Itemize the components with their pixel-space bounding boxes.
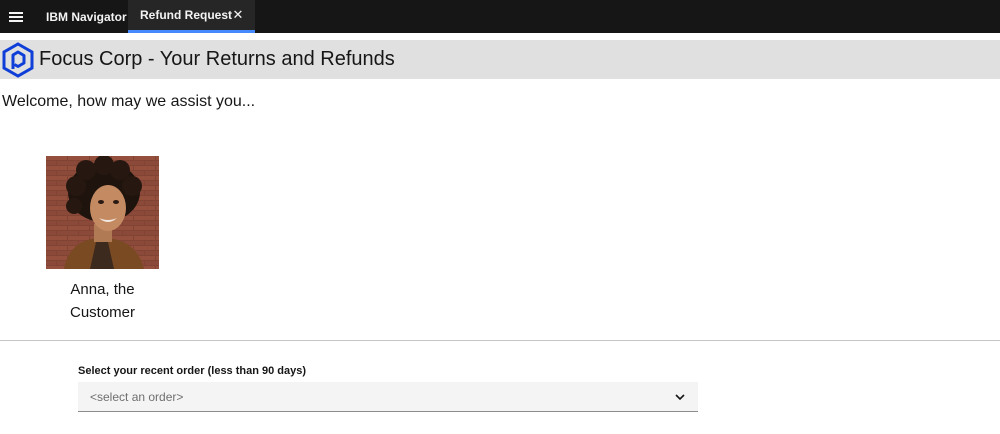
hamburger-menu-icon[interactable]: [0, 0, 31, 33]
section-divider: [0, 340, 1000, 341]
customer-caption: Anna, the Customer: [69, 281, 136, 321]
order-select-value: <select an order>: [90, 390, 184, 404]
welcome-message: Welcome, how may we assist you...: [2, 93, 256, 110]
tab-refund-request[interactable]: Refund Request ✕: [128, 0, 255, 33]
customer-avatar[interactable]: [46, 156, 159, 269]
focus-corp-logo-icon: [2, 42, 34, 78]
page-header-banner: Focus Corp - Your Returns and Refunds: [0, 40, 1000, 79]
top-navigation-bar: IBM Navigator Refund Request ✕: [0, 0, 1000, 33]
tab-label: IBM Navigator: [46, 9, 127, 24]
close-icon[interactable]: ✕: [232, 8, 244, 22]
tab-label: Refund Request: [140, 8, 233, 22]
order-select-label: Select your recent order (less than 90 d…: [78, 365, 307, 377]
tab-ibm-navigator[interactable]: IBM Navigator: [46, 0, 127, 33]
order-select-dropdown[interactable]: <select an order>: [78, 382, 698, 412]
page-title: Focus Corp - Your Returns and Refunds: [39, 48, 395, 70]
chevron-down-icon: [675, 394, 685, 401]
